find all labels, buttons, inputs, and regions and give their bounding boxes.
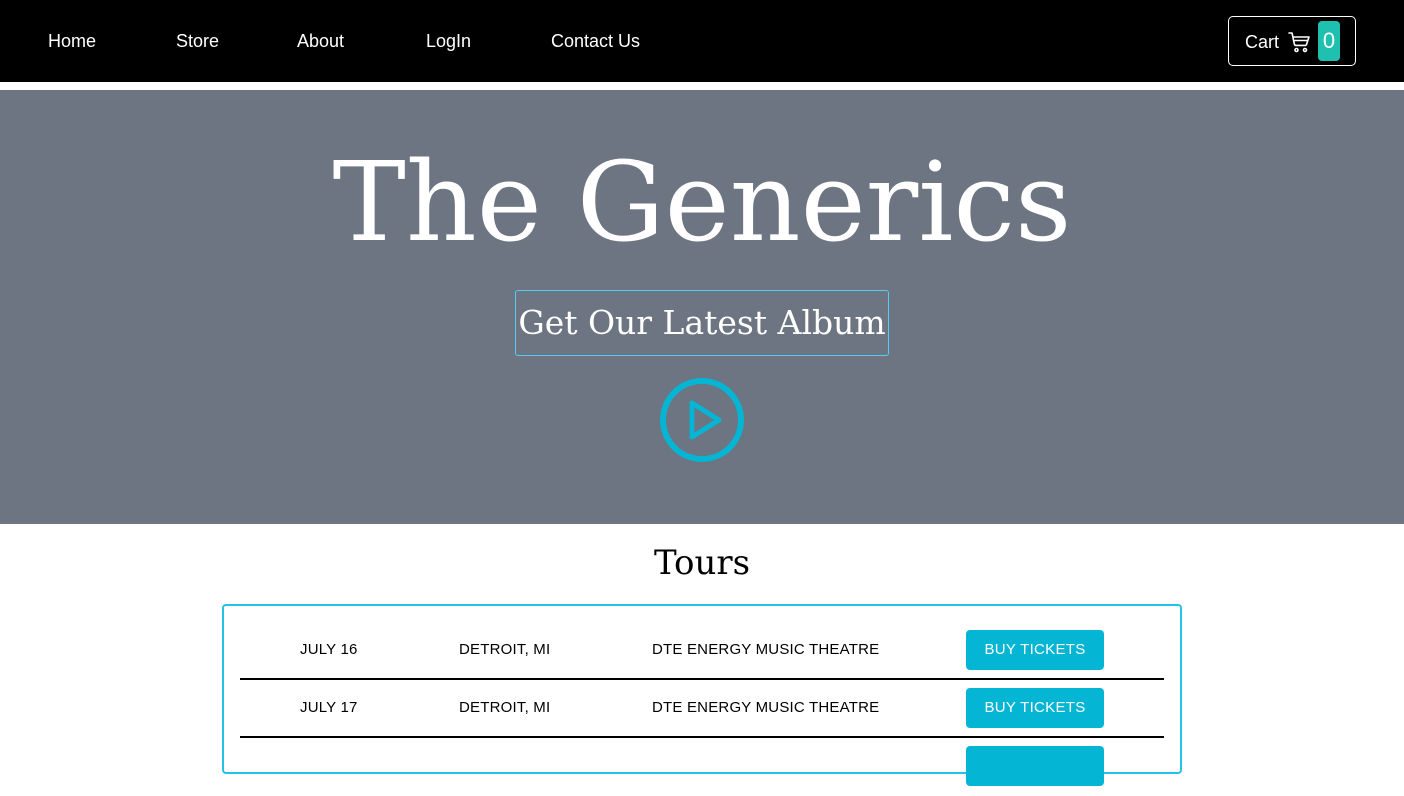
tour-row (240, 738, 1164, 796)
tours-table: JULY 16 DETROIT, MI DTE ENERGY MUSIC THE… (222, 604, 1182, 786)
tours-heading: Tours (653, 543, 751, 583)
tour-date: JULY 16 (300, 641, 358, 658)
buy-tickets-button[interactable]: BUY TICKETS (966, 688, 1104, 728)
top-navbar: Home Store About LogIn Contact Us Cart 0 (0, 0, 1404, 82)
cart-count-badge: 0 (1318, 21, 1340, 61)
play-circle-icon[interactable] (659, 377, 745, 463)
buy-tickets-button[interactable]: BUY TICKETS (966, 630, 1104, 670)
tour-city: DETROIT, MI (459, 699, 551, 716)
cart-label: Cart (1245, 32, 1280, 52)
tour-row: JULY 17 DETROIT, MI DTE ENERGY MUSIC THE… (240, 680, 1164, 738)
tour-venue: DTE ENERGY MUSIC THEATRE (652, 641, 880, 658)
buy-tickets-button[interactable] (966, 746, 1104, 786)
shopping-cart-icon (1288, 32, 1310, 53)
tour-date: JULY 17 (300, 699, 358, 716)
hero-banner: The Generics Get Our Latest Album (0, 90, 1404, 524)
band-title: The Generics (332, 138, 1072, 266)
get-latest-album-button[interactable]: Get Our Latest Album (515, 290, 889, 356)
nav-link-home[interactable]: Home (48, 30, 96, 52)
tour-venue: DTE ENERGY MUSIC THEATRE (652, 699, 880, 716)
cart-button[interactable]: Cart 0 (1228, 16, 1356, 66)
tour-city: DETROIT, MI (459, 641, 551, 658)
nav-link-login[interactable]: LogIn (426, 30, 471, 52)
tour-row: JULY 16 DETROIT, MI DTE ENERGY MUSIC THE… (240, 622, 1164, 680)
nav-link-about[interactable]: About (297, 30, 344, 52)
nav-link-store[interactable]: Store (176, 30, 219, 52)
nav-link-contact-us[interactable]: Contact Us (551, 30, 640, 52)
